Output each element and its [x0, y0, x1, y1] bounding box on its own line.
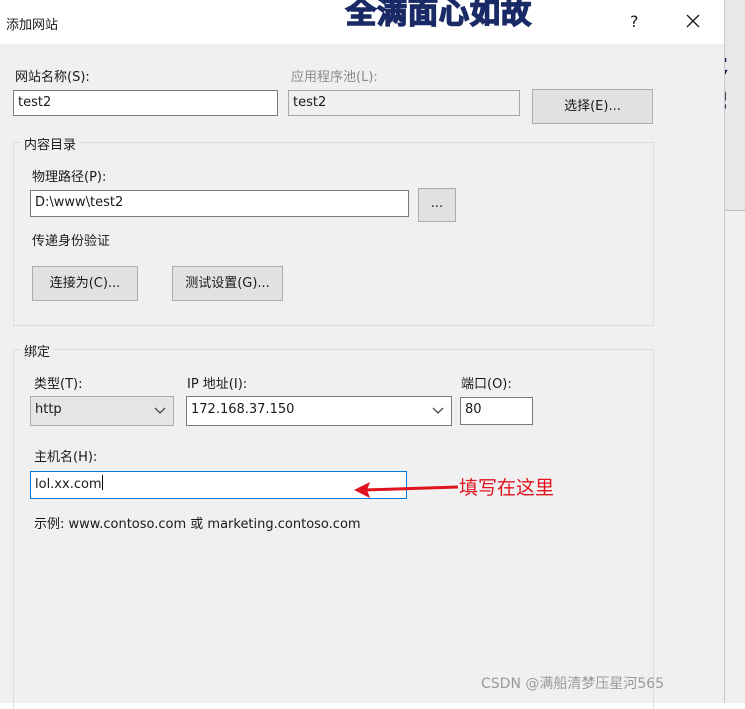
connect-as-button[interactable]: 连接为(C)... — [32, 266, 138, 301]
ip-address-value: 172.168.37.150 — [191, 402, 295, 417]
app-pool-input: test2 — [288, 90, 520, 116]
physical-path-label: 物理路径(P): — [32, 170, 107, 185]
app-pool-label: 应用程序池(L): — [291, 70, 378, 85]
text-caret — [101, 475, 103, 490]
chevron-down-icon — [154, 407, 166, 414]
physical-path-input[interactable]: D:\www\test2 — [30, 190, 409, 217]
watermark: CSDN @满船清梦压星河565 — [481, 676, 665, 692]
test-settings-button[interactable]: 测试设置(G)... — [172, 266, 283, 301]
select-app-pool-button[interactable]: 选择(E)... — [532, 89, 653, 124]
background-overlay-text-top: 全满面心如故 — [345, 0, 532, 32]
ip-address-label: IP 地址(I): — [187, 377, 248, 392]
help-button[interactable]: ? — [630, 12, 639, 31]
binding-title: 绑定 — [21, 341, 54, 360]
close-button[interactable] — [686, 9, 700, 28]
site-name-input[interactable]: test2 — [13, 90, 278, 116]
chevron-down-icon — [432, 407, 444, 414]
ip-address-select[interactable]: 172.168.37.150 — [186, 396, 452, 426]
binding-type-label: 类型(T): — [34, 377, 83, 392]
binding-type-value: http — [35, 402, 62, 417]
content-directory-title: 内容目录 — [21, 134, 80, 153]
window-title: 添加网站 — [6, 18, 59, 33]
host-name-label: 主机名(H): — [34, 450, 98, 465]
browse-path-button[interactable]: ... — [418, 188, 456, 222]
annotation-label: 填写在这里 — [459, 477, 555, 499]
add-website-dialog: 添加网站 ? 网站名称(S): test2 应用程序池(L): test2 选择… — [0, 0, 725, 709]
binding-type-select[interactable]: http — [30, 396, 174, 426]
close-icon — [686, 14, 700, 28]
dialog-body: 网站名称(S): test2 应用程序池(L): test2 选择(E)... … — [0, 44, 724, 709]
annotation-arrow-icon — [354, 482, 459, 498]
host-name-example: 示例: www.contoso.com 或 marketing.contoso.… — [34, 517, 361, 532]
port-input[interactable]: 80 — [460, 397, 533, 425]
pass-through-auth-label: 传递身份验证 — [32, 234, 111, 249]
port-label: 端口(O): — [461, 377, 512, 392]
host-name-value: lol.xx.com — [35, 477, 102, 492]
site-name-label: 网站名称(S): — [15, 70, 90, 85]
